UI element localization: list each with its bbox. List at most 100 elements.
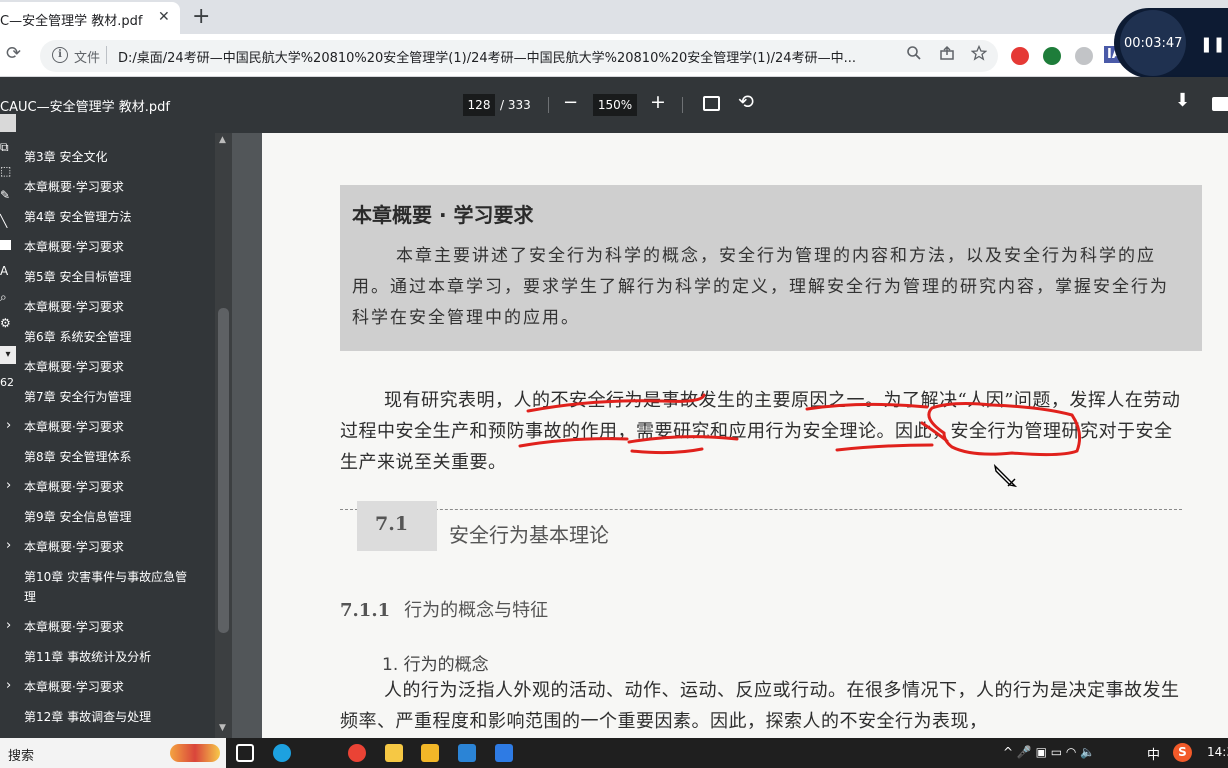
chrome-icon[interactable] (348, 744, 366, 762)
scrollbar-thumb[interactable] (218, 308, 229, 633)
tool-search-icon[interactable]: ⌕ (0, 290, 7, 305)
pdf-document-title: CAUC—安全管理学 教材.pdf (0, 100, 170, 115)
outline-item[interactable]: 本章概要·学习要求 (24, 237, 194, 257)
outline-item[interactable]: 第5章 安全目标管理 (24, 267, 194, 287)
tool-settings-icon[interactable]: ⚙ (0, 316, 11, 330)
outline-item[interactable]: 第7章 安全行为管理 (24, 387, 194, 407)
section-divider (340, 509, 1182, 510)
tool-select-icon[interactable] (0, 114, 16, 132)
settings-app-icon[interactable] (495, 744, 513, 762)
system-tray-icons[interactable]: ^ 🎤 ▣ ▭ ◠ 🔈 (1003, 745, 1095, 759)
outline-item[interactable]: 本章概要·学习要求 (24, 297, 194, 317)
outline-item[interactable]: 第4章 安全管理方法 (24, 207, 194, 227)
browser-toolbar: ⟳ i 文件 D:/桌面/24考研—中国民航大学%20810%20安全管理学(1… (0, 34, 1228, 77)
pdf-page-viewer[interactable]: 本章概要 · 学习要求 本章主要讲述了安全行为科学的概念，安全行为管理的内容和方… (232, 133, 1228, 738)
tool-rectangle-icon[interactable] (0, 240, 11, 250)
outline-item[interactable]: 第12章 事故调查与处理 (24, 707, 194, 727)
scroll-up-arrow-icon[interactable]: ▲ (219, 135, 226, 145)
store-app-icon[interactable] (458, 744, 476, 762)
taskbar-search-box[interactable]: 搜索 (0, 738, 226, 768)
outline-item[interactable]: 第10章 灾害事件与事故应急管理 (24, 567, 194, 607)
download-icon[interactable]: ⬇ (1175, 90, 1190, 111)
pen-cursor-icon (993, 463, 1018, 488)
outline-item[interactable]: 本章概要·学习要求 (24, 417, 194, 437)
address-bar[interactable]: i 文件 D:/桌面/24考研—中国民航大学%20810%20安全管理学(1)/… (40, 40, 998, 72)
address-url[interactable]: D:/桌面/24考研—中国民航大学%20810%20安全管理学(1)/24考研—… (118, 47, 898, 66)
tool-page-number: 62 (0, 376, 14, 389)
chevron-right-icon[interactable]: › (6, 618, 11, 633)
zoom-in-button[interactable]: + (650, 91, 666, 113)
address-scheme: 文件 (74, 51, 101, 66)
pdf-page: 本章概要 · 学习要求 本章主要讲述了安全行为科学的概念，安全行为管理的内容和方… (262, 133, 1228, 738)
outline-item[interactable]: 第11章 事故统计及分析 (24, 647, 194, 667)
recorder-time: 00:03:47 (1124, 36, 1183, 51)
sogou-input-icon[interactable]: S (1173, 743, 1192, 762)
extension-green-icon[interactable] (1043, 47, 1061, 65)
subsection-heading: 7.1.1 行为的概念与特征 (340, 596, 548, 622)
share-icon[interactable] (939, 45, 955, 61)
close-tab-icon[interactable]: ✕ (158, 9, 170, 25)
sidebar-scrollbar[interactable]: ▲ ▼ (215, 133, 232, 738)
chevron-right-icon[interactable]: › (6, 418, 11, 433)
screen-recorder-widget[interactable]: 00:03:47 ❚❚ (1114, 8, 1228, 78)
list-item-heading: 1. 行为的概念 (382, 655, 489, 675)
chevron-right-icon[interactable]: › (6, 678, 11, 693)
tool-crop-icon[interactable]: ⬚ (0, 164, 11, 178)
tool-pen-icon[interactable]: ✎ (0, 188, 10, 202)
windows-taskbar: 搜索 ^ 🎤 ▣ ▭ ◠ 🔈 中 S 14:3 (0, 738, 1228, 768)
section-number-box: 7.1 (357, 501, 437, 551)
extension-red-icon[interactable] (1011, 47, 1029, 65)
input-method-indicator[interactable]: 中 (1147, 744, 1160, 763)
fit-to-page-icon[interactable] (703, 96, 720, 111)
rotate-icon[interactable]: ⟲ (738, 91, 754, 113)
zoom-level-input[interactable]: 150% (593, 94, 637, 116)
outline-item[interactable]: 第9章 安全信息管理 (24, 507, 194, 527)
tool-dropdown-icon[interactable]: ▾ (0, 346, 16, 364)
toolbar-divider (682, 97, 683, 113)
file-explorer-icon[interactable] (421, 744, 439, 762)
intro-paragraph: 现有研究表明，人的不安全行为是事故发生的主要原因之一。为了解决“人因”问题，发挥… (340, 390, 1181, 473)
task-view-icon[interactable] (236, 744, 254, 762)
scroll-down-arrow-icon[interactable]: ▼ (219, 723, 226, 733)
edge-browser-icon[interactable] (273, 744, 291, 762)
tab-title: C—安全管理学 教材.pdf (0, 14, 143, 29)
tool-line-icon[interactable]: ╲ (0, 214, 7, 228)
outline-item[interactable]: 本章概要·学习要求 (24, 677, 194, 697)
subsection-number: 7.1.1 (340, 600, 391, 621)
outline-item[interactable]: 本章概要·学习要求 (24, 357, 194, 377)
print-icon[interactable] (1212, 97, 1228, 111)
reload-icon[interactable]: ⟳ (6, 43, 21, 64)
chevron-right-icon[interactable]: › (6, 478, 11, 493)
tool-image-icon[interactable]: ⧉ (0, 140, 9, 155)
browser-tab[interactable]: C—安全管理学 教材.pdf ✕ (0, 2, 180, 34)
page-total: / 333 (500, 98, 531, 112)
address-divider (106, 46, 107, 64)
pdf-outline-sidebar: 第3章 安全文化 本章概要·学习要求 第4章 安全管理方法 本章概要·学习要求 第5章 … (0, 133, 232, 738)
annotation-tool-strip: ⧉ ⬚ ✎ ╲ A ⌕ ⚙ ▾ 62 (0, 110, 16, 400)
tool-text-icon[interactable]: A (0, 264, 8, 278)
outline-item[interactable]: 第8章 安全管理体系 (24, 447, 194, 467)
search-highlight-art (170, 744, 220, 762)
outline-item[interactable]: 第6章 系统安全管理 (24, 327, 194, 347)
summary-title: 本章概要 · 学习要求 (352, 203, 534, 227)
info-icon[interactable]: i (52, 47, 68, 63)
taskbar-clock[interactable]: 14:3 (1207, 745, 1228, 759)
chevron-right-icon[interactable]: › (6, 538, 11, 553)
body-paragraph: 人的行为泛指人外观的活动、动作、运动、反应或行动。在很多情况下，人的行为是决定事… (340, 680, 1180, 732)
extension-download-icon[interactable] (1075, 47, 1093, 65)
pause-icon[interactable]: ❚❚ (1200, 35, 1225, 53)
zoom-icon[interactable] (906, 45, 922, 61)
toolbar-divider (548, 97, 549, 113)
outline-item[interactable]: 本章概要·学习要求 (24, 617, 194, 637)
browser-tab-strip: C—安全管理学 教材.pdf ✕ + — (0, 0, 1228, 34)
outline-item[interactable]: 本章概要·学习要求 (24, 177, 194, 197)
outline-item[interactable]: 本章概要·学习要求 (24, 537, 194, 557)
bookmark-star-icon[interactable] (971, 45, 987, 61)
zoom-out-button[interactable]: − (563, 92, 578, 113)
new-tab-button[interactable]: + (192, 4, 210, 29)
outline-item[interactable]: 第3章 安全文化 (24, 147, 194, 167)
subsection-title: 行为的概念与特征 (404, 600, 549, 621)
outline-item[interactable]: 本章概要·学习要求 (24, 477, 194, 497)
favorites-app-icon[interactable] (385, 744, 403, 762)
page-number-input[interactable]: 128 (463, 94, 495, 116)
